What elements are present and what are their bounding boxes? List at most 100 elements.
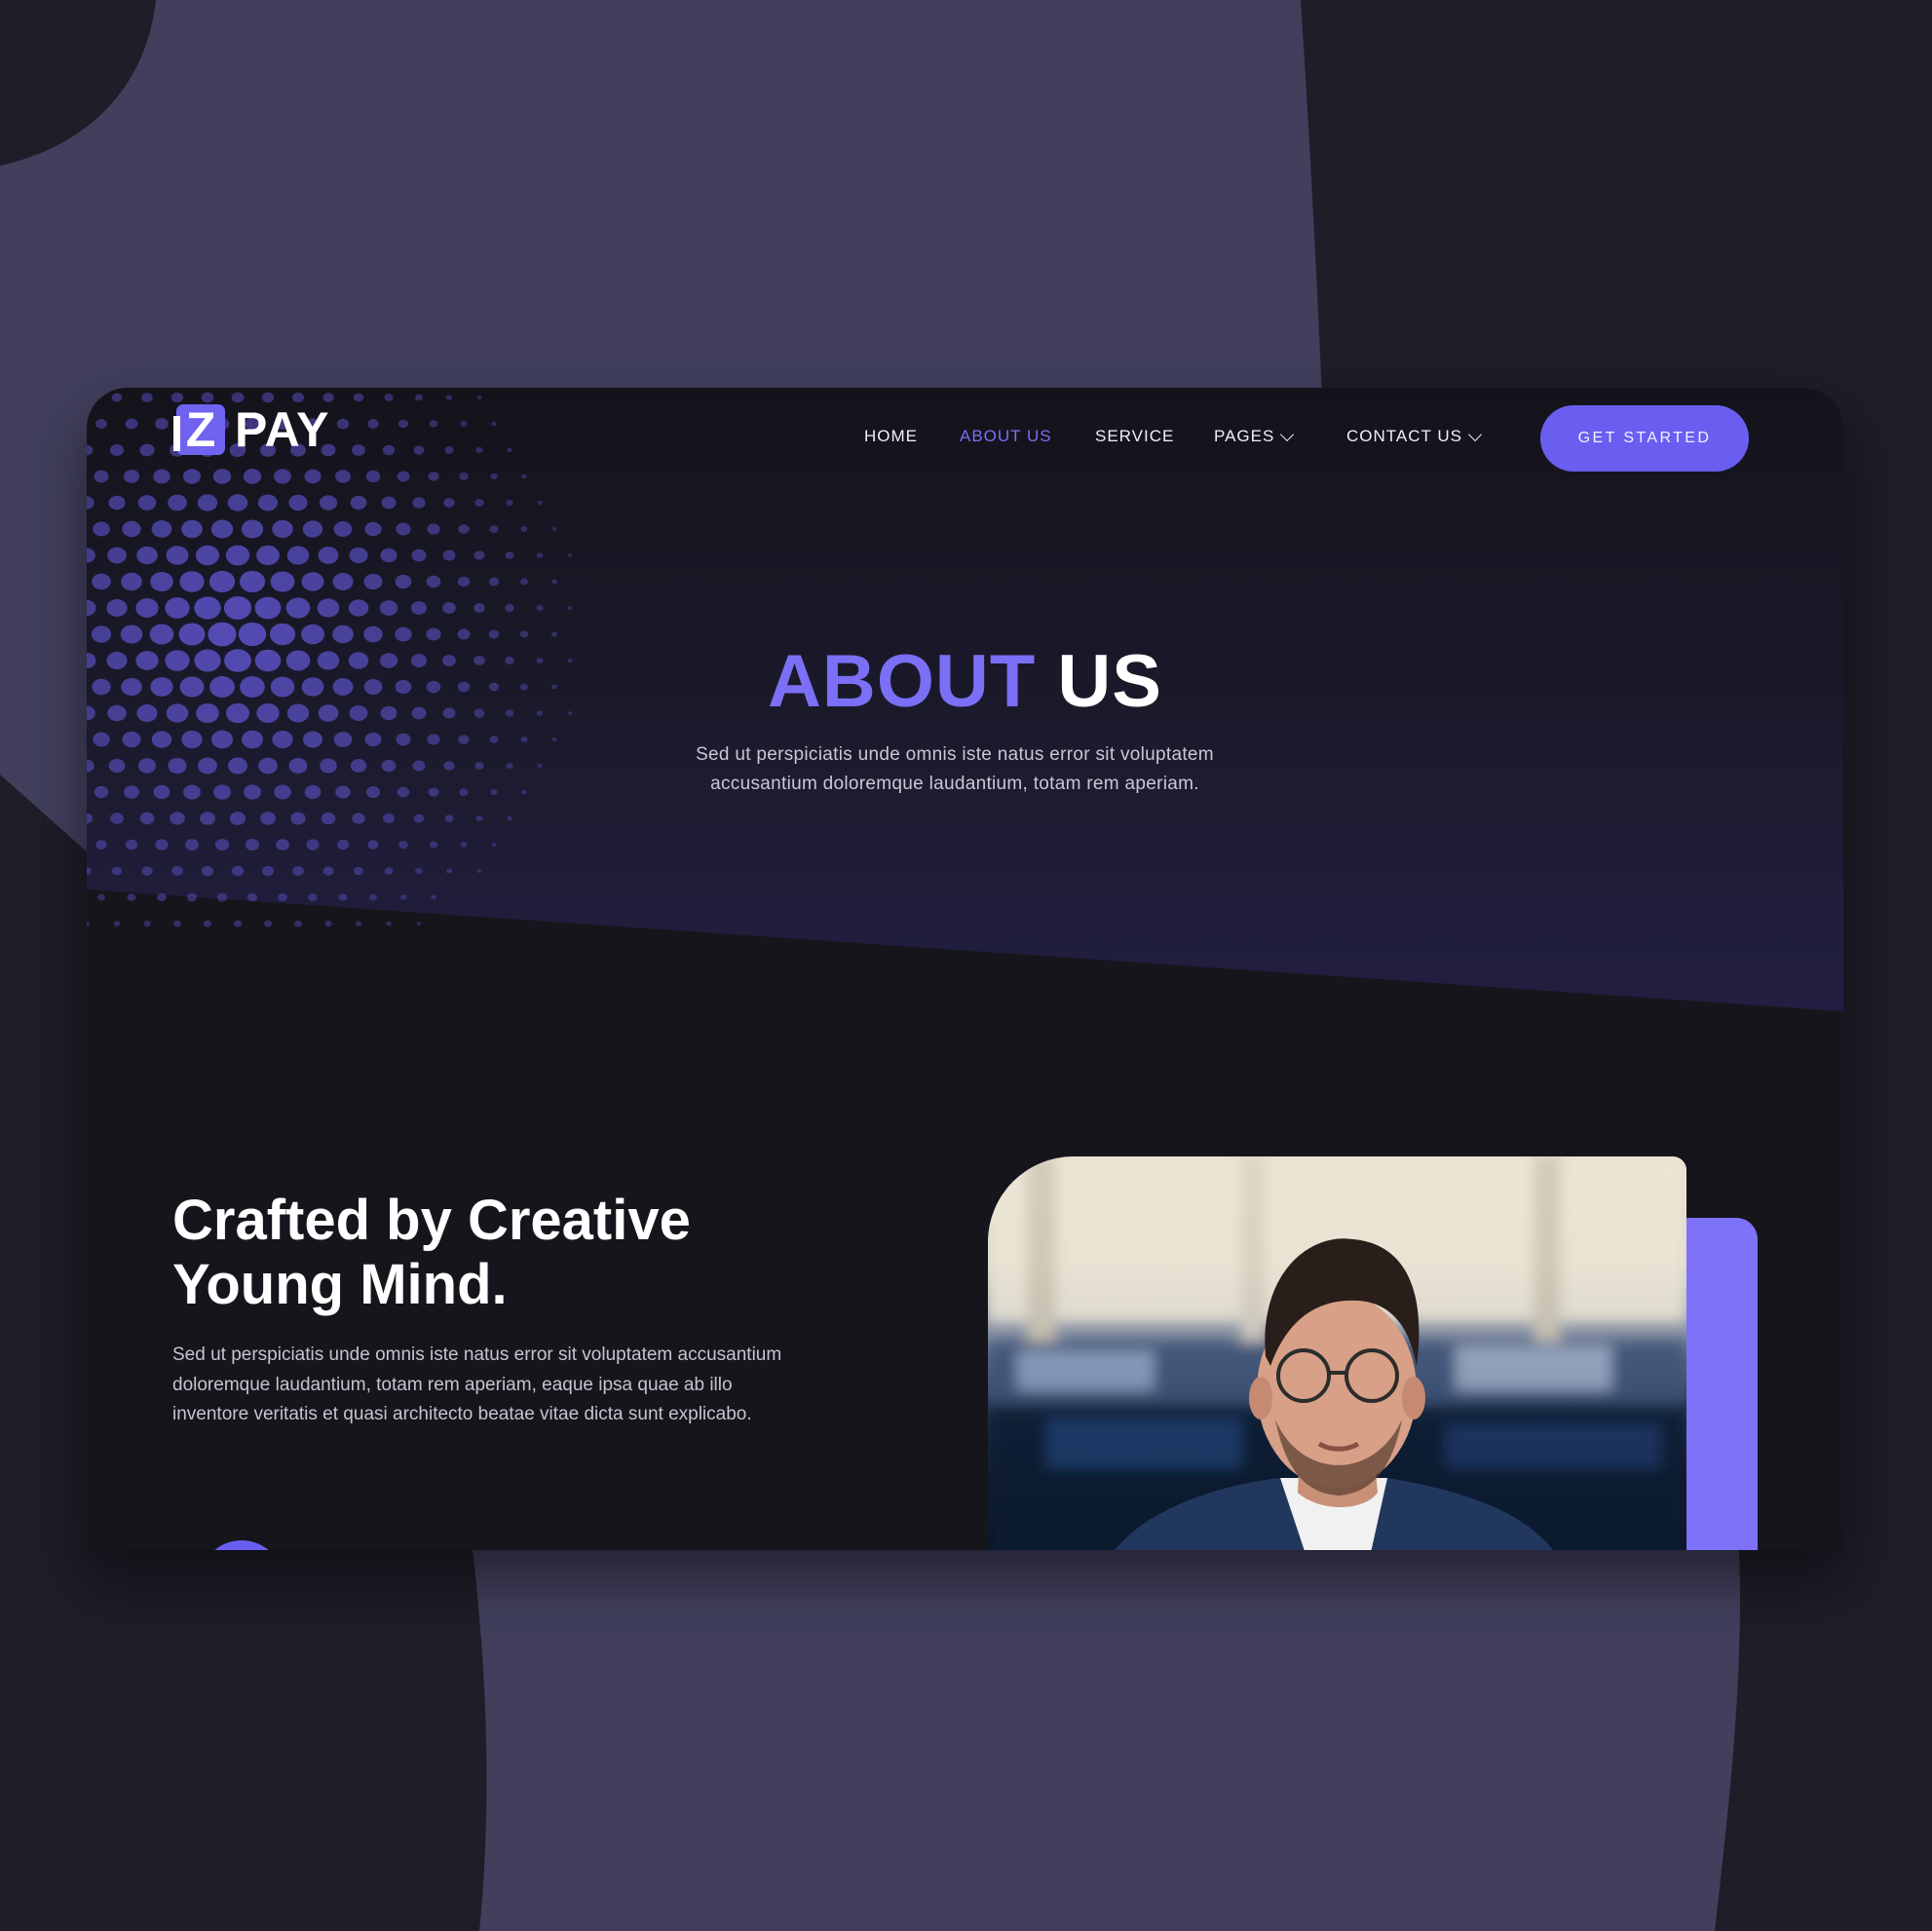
halftone-dot (87, 599, 96, 617)
halftone-dot (426, 575, 441, 588)
halftone-dot (380, 548, 398, 563)
halftone-dot (519, 578, 529, 586)
halftone-dot (157, 892, 167, 902)
halftone-dot (87, 496, 95, 510)
halftone-dot (87, 921, 90, 927)
halftone-dot (274, 469, 291, 484)
halftone-dot (363, 573, 383, 590)
halftone-dot (153, 784, 170, 800)
halftone-dot (302, 731, 323, 748)
halftone-dot (150, 571, 173, 592)
halftone-dot (308, 892, 318, 902)
halftone-dot (288, 757, 308, 775)
scroll-button[interactable] (200, 1540, 284, 1550)
halftone-dot (203, 920, 212, 928)
halftone-dot (476, 395, 482, 400)
nav-item-pages[interactable]: PAGES (1214, 427, 1295, 446)
halftone-dot (520, 737, 528, 742)
halftone-dot (443, 761, 455, 771)
halftone-dot (93, 521, 110, 537)
halftone-dot (96, 893, 106, 901)
halftone-dot (444, 814, 454, 822)
halftone-dot (476, 869, 482, 873)
halftone-dot (227, 494, 248, 511)
brand-logo[interactable]: Z PAY (173, 401, 330, 458)
halftone-dot (212, 784, 232, 800)
halftone-dot (567, 605, 573, 611)
halftone-dot (261, 865, 275, 877)
nav-item-service[interactable]: SERVICE (1095, 427, 1174, 446)
halftone-dot (137, 758, 157, 774)
halftone-dot (413, 445, 425, 455)
nav-item-contact-us[interactable]: CONTACT US (1346, 427, 1483, 446)
halftone-dot (93, 732, 110, 747)
page-title-accent: ABOUT (768, 640, 1037, 723)
halftone-dot (141, 393, 153, 402)
nav-label: CONTACT US (1346, 427, 1462, 445)
halftone-dot (183, 784, 201, 800)
halftone-dot (415, 394, 423, 401)
halftone-dot (168, 757, 187, 775)
halftone-dot (125, 418, 138, 430)
halftone-dot (111, 866, 123, 876)
halftone-dot (95, 418, 107, 430)
halftone-dot (338, 893, 348, 901)
halftone-dot (151, 731, 172, 748)
halftone-dot (246, 892, 258, 902)
halftone-dot (143, 920, 151, 928)
halftone-dot (521, 789, 527, 795)
halftone-dot (551, 579, 557, 585)
chevron-down-icon (1280, 427, 1295, 441)
halftone-dot (505, 603, 514, 613)
halftone-dot (507, 815, 512, 821)
halftone-dot (520, 525, 528, 533)
website-preview-card: Z PAY HOME ABOUT US SERVICE PAGES CONTAC… (87, 388, 1843, 1550)
halftone-dot (364, 521, 382, 537)
halftone-dot (301, 572, 324, 591)
halftone-dot (536, 552, 544, 558)
halftone-dot (459, 473, 469, 480)
halftone-dot (257, 494, 279, 511)
halftone-dot (94, 470, 109, 483)
halftone-dot (270, 571, 295, 592)
halftone-dot (386, 921, 392, 927)
halftone-dot (294, 920, 302, 928)
halftone-dot (427, 523, 440, 535)
halftone-dot (212, 469, 232, 484)
halftone-dot (120, 625, 143, 644)
halftone-dot (335, 470, 351, 483)
halftone-dot (181, 730, 203, 749)
halftone-dot (87, 393, 92, 402)
halftone-dot (416, 922, 422, 926)
logo-text: PAY (235, 402, 330, 457)
halftone-dot (412, 497, 426, 509)
halftone-dot (108, 758, 126, 774)
halftone-dot (460, 842, 468, 848)
nav-item-home[interactable]: HOME (864, 427, 918, 446)
nav-item-about-us[interactable]: ABOUT US (960, 427, 1052, 446)
halftone-dot (256, 545, 280, 566)
halftone-dot (443, 498, 455, 508)
halftone-dot (321, 812, 336, 825)
halftone-dot (460, 421, 468, 427)
person-illustration (988, 1156, 1686, 1550)
halftone-dot (241, 519, 264, 539)
halftone-dot (141, 866, 153, 876)
get-started-button[interactable]: GET STARTED (1540, 405, 1749, 472)
about-heading: Crafted by Creative Young Mind. (172, 1189, 691, 1316)
halftone-dot (349, 547, 368, 564)
halftone-dot (567, 553, 573, 557)
halftone-dot (243, 469, 262, 484)
halftone-dot (292, 866, 304, 876)
halftone-dot (396, 733, 411, 746)
chevron-down-icon (1467, 427, 1483, 441)
halftone-dot (411, 549, 427, 562)
halftone-dot (227, 757, 248, 775)
halftone-dot (336, 418, 350, 430)
halftone-dot (352, 813, 365, 824)
halftone-dot (397, 786, 410, 798)
halftone-dot (474, 603, 485, 613)
halftone-dot (195, 545, 220, 566)
halftone-dot (458, 524, 470, 534)
halftone-dot (258, 757, 278, 775)
